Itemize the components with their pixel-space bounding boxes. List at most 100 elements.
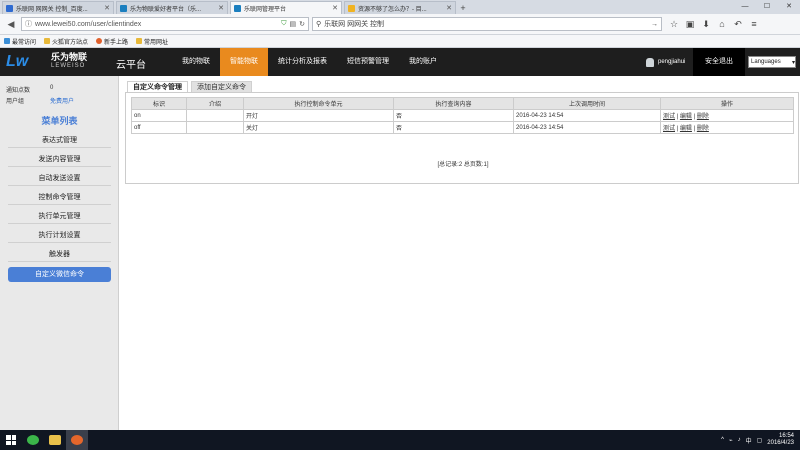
delete-link[interactable]: 删除 bbox=[697, 114, 709, 120]
android-icon[interactable] bbox=[646, 57, 654, 67]
delete-link[interactable]: 删除 bbox=[697, 126, 709, 132]
browser-tab[interactable]: 乐为物联爱好者平台（乐... ✕ bbox=[116, 1, 228, 14]
sidebar-item-exec-plan[interactable]: 执行计划设置 bbox=[8, 229, 111, 243]
column-header: 操作 bbox=[660, 97, 794, 110]
firefox-icon bbox=[96, 38, 103, 44]
cell-intro bbox=[186, 109, 244, 122]
sync-icon[interactable]: ↶ bbox=[733, 19, 743, 30]
info-icon[interactable]: ⓘ bbox=[25, 19, 32, 29]
bookmark-item[interactable]: 最常访问 bbox=[4, 37, 36, 46]
minimize-icon[interactable]: — bbox=[734, 0, 756, 14]
action-center-icon[interactable]: ▢ bbox=[757, 437, 763, 444]
taskbar-wechat[interactable] bbox=[22, 430, 44, 450]
tab-custom-command-manage[interactable]: 自定义命令管理 bbox=[127, 81, 188, 92]
tray-up-icon[interactable]: ^ bbox=[721, 437, 724, 443]
close-tab-icon[interactable]: ✕ bbox=[332, 4, 338, 12]
close-tab-icon[interactable]: ✕ bbox=[104, 4, 110, 12]
close-tab-icon[interactable]: ✕ bbox=[218, 4, 224, 12]
bookmark-label[interactable]: 最常访问 bbox=[12, 37, 36, 46]
browser-tab-bar: 乐联网 网网关 控制_百度... ✕ 乐为物联爱好者平台（乐... ✕ 乐联网管… bbox=[0, 0, 800, 14]
browser-tab[interactable]: 资源不够了怎么办？- 目... ✕ bbox=[344, 1, 456, 14]
edit-link[interactable]: 编辑 bbox=[680, 114, 692, 120]
go-arrow-icon[interactable]: → bbox=[651, 21, 658, 28]
bookmark-label[interactable]: 火狐官方站点 bbox=[52, 37, 88, 46]
close-window-icon[interactable]: ✕ bbox=[778, 0, 800, 14]
menu-icon[interactable]: ≡ bbox=[749, 19, 759, 30]
language-select-value[interactable]: Languages bbox=[751, 59, 781, 65]
bookmark-item[interactable]: 常用网址 bbox=[136, 37, 168, 46]
main-content: 自定义命令管理 添加自定义命令 标识 介绍 执行控制命令单元 执行查询内容 上次… bbox=[119, 76, 800, 430]
sidebar-item-control-command[interactable]: 控制命令管理 bbox=[8, 191, 111, 205]
sidebar-item-auto-send[interactable]: 自动发送设置 bbox=[8, 172, 111, 186]
cell-actions: 测试 | 编辑 | 删除 bbox=[660, 121, 794, 134]
test-link[interactable]: 测试 bbox=[663, 126, 675, 132]
taskbar-explorer[interactable] bbox=[44, 430, 66, 450]
reload-icon[interactable]: ↻ bbox=[299, 20, 305, 28]
test-link[interactable]: 测试 bbox=[663, 114, 675, 120]
content-tabs: 自定义命令管理 添加自定义命令 bbox=[127, 81, 252, 92]
windows-logo-icon bbox=[6, 435, 16, 445]
edit-link[interactable]: 编辑 bbox=[680, 126, 692, 132]
command-panel: 标识 介绍 执行控制命令单元 执行查询内容 上次调用时间 操作 on 开灯 否 … bbox=[125, 92, 799, 184]
sidebar-item-expression[interactable]: 表达式管理 bbox=[8, 134, 111, 148]
chevron-down-icon[interactable]: ▾ bbox=[792, 59, 795, 66]
top-nav: 我的物联 智能物联 统计分析及报表 短信预警管理 我的账户 bbox=[172, 48, 447, 76]
start-button[interactable] bbox=[0, 430, 22, 450]
tab-add-custom-command[interactable]: 添加自定义命令 bbox=[191, 81, 252, 92]
volume-icon[interactable]: ♪ bbox=[738, 437, 741, 443]
nav-my-iot[interactable]: 我的物联 bbox=[172, 48, 220, 76]
nav-sms-alert[interactable]: 短信预警管理 bbox=[337, 48, 399, 76]
logout-button[interactable]: 安全退出 bbox=[693, 48, 745, 76]
download-icon[interactable]: ⬇ bbox=[701, 19, 711, 30]
sidebar-item-send-content[interactable]: 发送内容管理 bbox=[8, 153, 111, 167]
nav-statistics[interactable]: 统计分析及报表 bbox=[268, 48, 337, 76]
back-arrow-icon[interactable]: ◀ bbox=[4, 17, 18, 31]
username[interactable]: pengjiahui bbox=[658, 59, 685, 65]
column-header: 执行控制命令单元 bbox=[243, 97, 394, 110]
info-label: 用户组 bbox=[6, 99, 25, 105]
bookmark-label[interactable]: 新手上路 bbox=[104, 37, 128, 46]
shield-icon[interactable]: ⛉ bbox=[281, 20, 286, 28]
table-row: on 开灯 否 2016-04-23 14:54 测试 | 编辑 | 删除 bbox=[131, 109, 794, 122]
new-tab-button[interactable]: + bbox=[456, 1, 470, 14]
bookmark-item[interactable]: 新手上路 bbox=[96, 37, 128, 46]
cell-actions: 测试 | 编辑 | 删除 bbox=[660, 109, 794, 122]
library-icon[interactable]: ▣ bbox=[685, 19, 695, 30]
bookmark-item[interactable]: 火狐官方站点 bbox=[44, 37, 88, 46]
browser-tab[interactable]: 乐联网 网网关 控制_百度... ✕ bbox=[2, 1, 114, 14]
info-label: 通知点数 bbox=[6, 88, 31, 94]
info-value[interactable]: 免费用户 bbox=[50, 96, 74, 105]
home-icon[interactable]: ⌂ bbox=[717, 19, 727, 30]
bookmark-label[interactable]: 常用网址 bbox=[144, 37, 168, 46]
system-tray: ^ ⌁ ♪ 中 ▢ 16:54 2016/4/23 bbox=[721, 430, 794, 450]
baidu-favicon-icon bbox=[6, 4, 13, 12]
search-input[interactable]: 乐联网 网网关 控制 bbox=[324, 19, 648, 29]
url-text[interactable]: www.lewei50.com/user/clientindex bbox=[35, 21, 278, 28]
clock[interactable]: 16:54 2016/4/23 bbox=[767, 433, 794, 447]
taskbar-firefox[interactable] bbox=[66, 430, 88, 450]
language-select[interactable]: Languages ▾ bbox=[748, 56, 796, 68]
cell-last-call: 2016-04-23 14:54 bbox=[513, 109, 661, 122]
site-logo[interactable]: Lw 乐为物联 LEWEISO bbox=[6, 51, 106, 73]
ime-indicator[interactable]: 中 bbox=[746, 436, 752, 445]
url-bar[interactable]: ⓘ www.lewei50.com/user/clientindex ⛉ ▤ ↻ bbox=[21, 17, 309, 31]
reader-icon[interactable]: ▤ bbox=[290, 20, 297, 28]
bookmark-folder-icon bbox=[136, 38, 143, 44]
nav-smart-iot[interactable]: 智能物联 bbox=[220, 48, 268, 76]
cell-id: on bbox=[131, 109, 187, 122]
sidebar-item-exec-unit[interactable]: 执行单元管理 bbox=[8, 210, 111, 224]
cloud-platform-label: 云平台 bbox=[116, 60, 146, 71]
sidebar-item-trigger[interactable]: 触发器 bbox=[8, 248, 111, 262]
network-icon[interactable]: ⌁ bbox=[729, 437, 733, 444]
window-controls: — ☐ ✕ bbox=[734, 0, 800, 14]
close-tab-icon[interactable]: ✕ bbox=[446, 4, 452, 12]
bookmark-folder-icon bbox=[44, 38, 51, 44]
sidebar-item-wechat-command[interactable]: 自定义微信命令 bbox=[8, 267, 111, 282]
star-icon[interactable]: ☆ bbox=[669, 19, 679, 30]
cell-intro bbox=[186, 121, 244, 134]
search-bar[interactable]: ⚲ 乐联网 网网关 控制 → bbox=[312, 17, 662, 31]
nav-my-account[interactable]: 我的账户 bbox=[399, 48, 447, 76]
site-favicon-icon bbox=[120, 4, 127, 12]
maximize-icon[interactable]: ☐ bbox=[756, 0, 778, 14]
browser-tab-active[interactable]: 乐联网管理平台 ✕ bbox=[230, 1, 342, 14]
